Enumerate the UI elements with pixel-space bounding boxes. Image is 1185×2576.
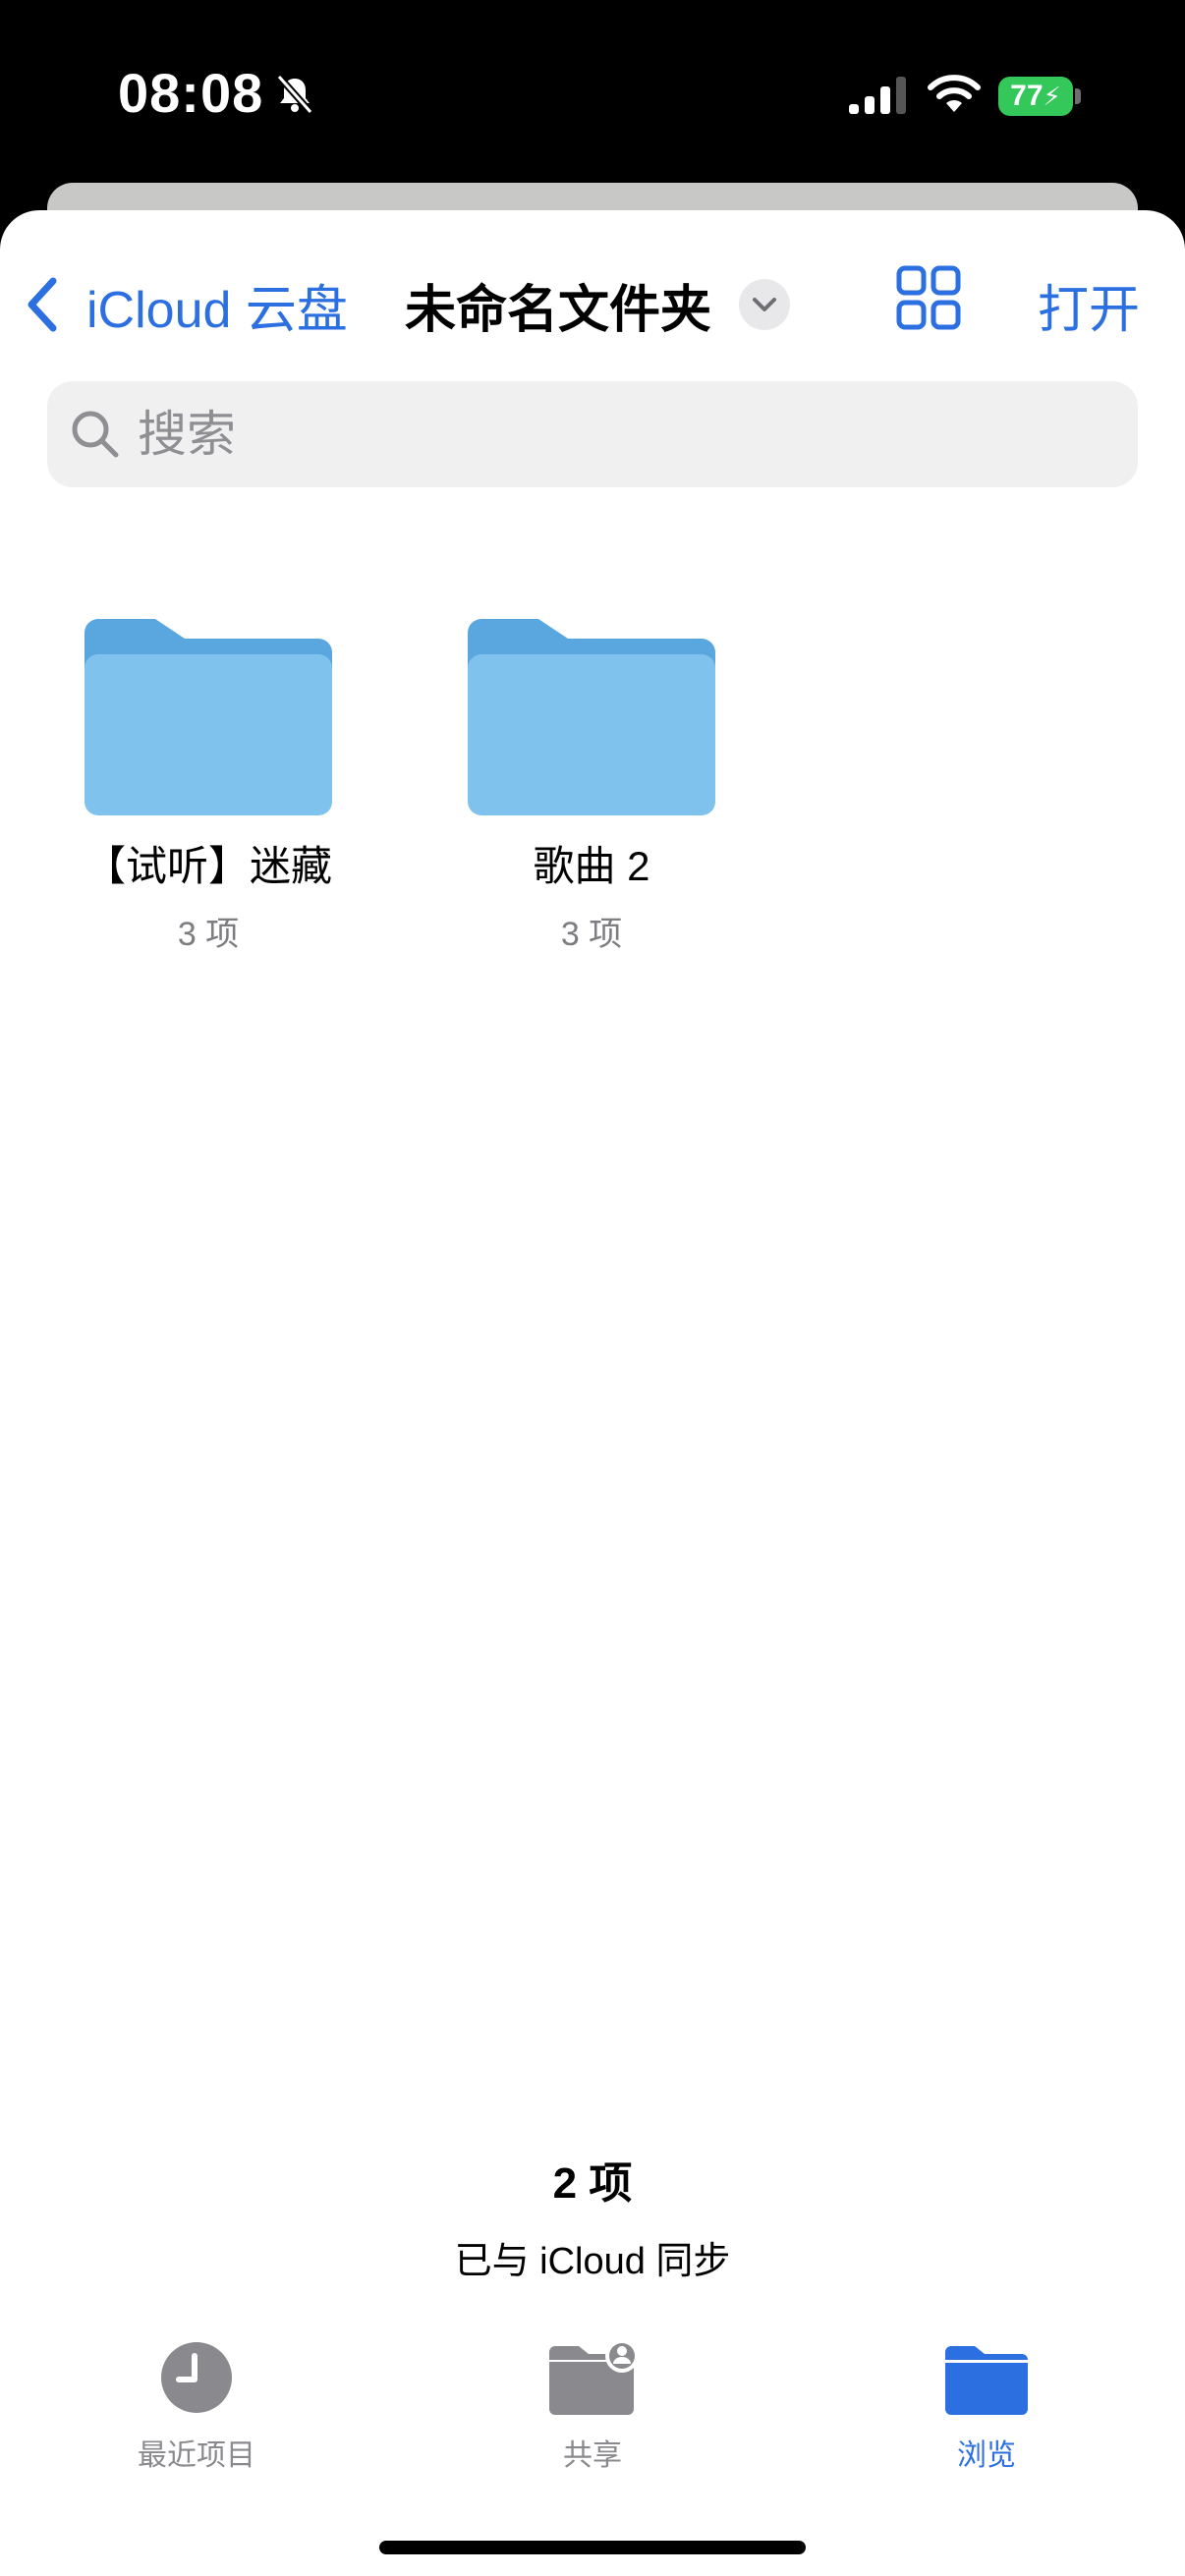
folder-item-count: 3 项 [560,916,623,953]
folder-name: 【试听】迷藏 [84,843,332,889]
charging-bolt-icon: ⚡ [1043,81,1061,111]
open-button[interactable]: 打开 [1038,265,1140,344]
tab-browse[interactable]: 浏览 [859,2338,1114,2474]
tab-label: 最近项目 [138,2439,255,2472]
folder-name: 歌曲 2 [533,843,650,889]
folder-item[interactable]: 歌曲 2 3 项 [454,619,729,955]
page-title: 未命名文件夹 [405,281,712,339]
tab-bar: 最近项目 共享 浏览 [0,2338,1185,2515]
item-count-label: 2 项 [552,2159,633,2208]
back-button[interactable]: iCloud 云盘 [24,265,348,344]
clock-icon [161,2342,232,2413]
shared-folder-icon [549,2339,639,2415]
folder-item-count: 3 项 [177,916,240,953]
bell-slash-icon [276,74,313,115]
status-time: 08:08 [118,62,264,124]
chevron-down-icon [739,279,791,330]
folder-icon [468,619,715,815]
back-button-label: iCloud 云盘 [86,281,348,339]
battery-cap [1075,88,1081,104]
cellular-signal-icon [849,77,906,114]
tab-label: 浏览 [957,2439,1016,2472]
folder-icon [85,619,332,815]
search-icon [72,411,119,458]
status-bar: 08:08 77 ⚡ [0,0,1185,187]
home-indicator[interactable] [379,2541,806,2554]
battery-level: 77 [1010,80,1044,112]
grid-view-icon[interactable] [896,265,961,330]
sync-status-label: 已与 iCloud 同步 [454,2241,731,2282]
wifi-icon [928,75,981,112]
tab-recents[interactable]: 最近项目 [69,2338,324,2474]
chevron-left-icon [28,277,57,332]
tab-shared[interactable]: 共享 [465,2338,720,2474]
folder-title-menu[interactable]: 未命名文件夹 [405,265,791,344]
folder-icon [945,2346,1028,2415]
search-input[interactable] [136,405,1024,464]
search-bar[interactable] [47,381,1138,487]
folder-item[interactable]: 【试听】迷藏 3 项 [71,619,346,955]
battery-indicator: 77 ⚡ [998,77,1073,116]
files-sheet: iCloud 云盘 未命名文件夹 打开 【试听】迷藏 3 项 [0,210,1185,2576]
tab-label: 共享 [563,2439,622,2472]
